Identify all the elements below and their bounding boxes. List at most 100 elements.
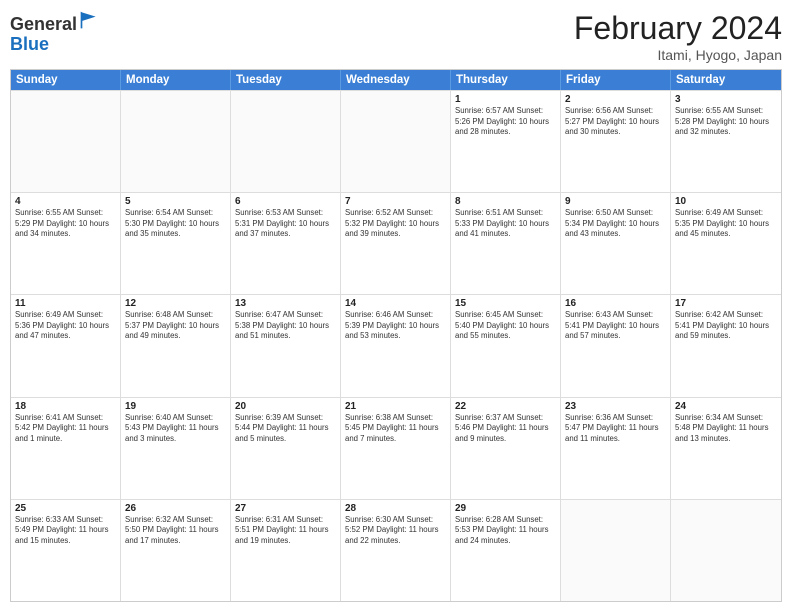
weekday-header-friday: Friday <box>561 70 671 90</box>
day-info: Sunrise: 6:39 AM Sunset: 5:44 PM Dayligh… <box>235 413 336 445</box>
calendar-cell: 20Sunrise: 6:39 AM Sunset: 5:44 PM Dayli… <box>231 398 341 499</box>
weekday-header-thursday: Thursday <box>451 70 561 90</box>
day-number: 8 <box>455 196 556 207</box>
logo: General Blue <box>10 10 99 55</box>
day-number: 5 <box>125 196 226 207</box>
calendar-cell: 13Sunrise: 6:47 AM Sunset: 5:38 PM Dayli… <box>231 295 341 396</box>
calendar-cell <box>121 91 231 192</box>
day-info: Sunrise: 6:55 AM Sunset: 5:28 PM Dayligh… <box>675 106 777 138</box>
day-info: Sunrise: 6:40 AM Sunset: 5:43 PM Dayligh… <box>125 413 226 445</box>
calendar-cell: 22Sunrise: 6:37 AM Sunset: 5:46 PM Dayli… <box>451 398 561 499</box>
day-number: 23 <box>565 401 666 412</box>
calendar-week-5: 25Sunrise: 6:33 AM Sunset: 5:49 PM Dayli… <box>11 499 781 601</box>
day-number: 19 <box>125 401 226 412</box>
day-info: Sunrise: 6:28 AM Sunset: 5:53 PM Dayligh… <box>455 515 556 547</box>
day-number: 14 <box>345 298 446 309</box>
day-info: Sunrise: 6:33 AM Sunset: 5:49 PM Dayligh… <box>15 515 116 547</box>
calendar-cell: 17Sunrise: 6:42 AM Sunset: 5:41 PM Dayli… <box>671 295 781 396</box>
day-info: Sunrise: 6:31 AM Sunset: 5:51 PM Dayligh… <box>235 515 336 547</box>
calendar-cell <box>11 91 121 192</box>
day-number: 20 <box>235 401 336 412</box>
day-number: 11 <box>15 298 116 309</box>
day-info: Sunrise: 6:30 AM Sunset: 5:52 PM Dayligh… <box>345 515 446 547</box>
day-number: 9 <box>565 196 666 207</box>
day-number: 18 <box>15 401 116 412</box>
main-title: February 2024 <box>574 10 782 47</box>
calendar-cell: 23Sunrise: 6:36 AM Sunset: 5:47 PM Dayli… <box>561 398 671 499</box>
day-number: 17 <box>675 298 777 309</box>
subtitle: Itami, Hyogo, Japan <box>574 47 782 63</box>
calendar: SundayMondayTuesdayWednesdayThursdayFrid… <box>10 69 782 602</box>
day-number: 24 <box>675 401 777 412</box>
calendar-cell: 16Sunrise: 6:43 AM Sunset: 5:41 PM Dayli… <box>561 295 671 396</box>
calendar-cell: 29Sunrise: 6:28 AM Sunset: 5:53 PM Dayli… <box>451 500 561 601</box>
calendar-week-3: 11Sunrise: 6:49 AM Sunset: 5:36 PM Dayli… <box>11 294 781 396</box>
day-number: 26 <box>125 503 226 514</box>
day-number: 15 <box>455 298 556 309</box>
calendar-week-4: 18Sunrise: 6:41 AM Sunset: 5:42 PM Dayli… <box>11 397 781 499</box>
day-number: 7 <box>345 196 446 207</box>
calendar-cell: 1Sunrise: 6:57 AM Sunset: 5:26 PM Daylig… <box>451 91 561 192</box>
calendar-cell: 26Sunrise: 6:32 AM Sunset: 5:50 PM Dayli… <box>121 500 231 601</box>
calendar-cell: 18Sunrise: 6:41 AM Sunset: 5:42 PM Dayli… <box>11 398 121 499</box>
day-number: 29 <box>455 503 556 514</box>
day-info: Sunrise: 6:34 AM Sunset: 5:48 PM Dayligh… <box>675 413 777 445</box>
weekday-header-sunday: Sunday <box>11 70 121 90</box>
title-block: February 2024 Itami, Hyogo, Japan <box>574 10 782 63</box>
calendar-cell: 19Sunrise: 6:40 AM Sunset: 5:43 PM Dayli… <box>121 398 231 499</box>
calendar-week-1: 1Sunrise: 6:57 AM Sunset: 5:26 PM Daylig… <box>11 90 781 192</box>
day-info: Sunrise: 6:32 AM Sunset: 5:50 PM Dayligh… <box>125 515 226 547</box>
day-info: Sunrise: 6:41 AM Sunset: 5:42 PM Dayligh… <box>15 413 116 445</box>
day-info: Sunrise: 6:52 AM Sunset: 5:32 PM Dayligh… <box>345 208 446 240</box>
day-info: Sunrise: 6:55 AM Sunset: 5:29 PM Dayligh… <box>15 208 116 240</box>
calendar-cell: 12Sunrise: 6:48 AM Sunset: 5:37 PM Dayli… <box>121 295 231 396</box>
calendar-cell <box>231 91 341 192</box>
calendar-cell <box>341 91 451 192</box>
day-info: Sunrise: 6:45 AM Sunset: 5:40 PM Dayligh… <box>455 310 556 342</box>
day-number: 27 <box>235 503 336 514</box>
calendar-header-row: SundayMondayTuesdayWednesdayThursdayFrid… <box>11 70 781 90</box>
day-number: 22 <box>455 401 556 412</box>
day-number: 16 <box>565 298 666 309</box>
calendar-cell: 3Sunrise: 6:55 AM Sunset: 5:28 PM Daylig… <box>671 91 781 192</box>
day-info: Sunrise: 6:38 AM Sunset: 5:45 PM Dayligh… <box>345 413 446 445</box>
day-info: Sunrise: 6:46 AM Sunset: 5:39 PM Dayligh… <box>345 310 446 342</box>
day-info: Sunrise: 6:48 AM Sunset: 5:37 PM Dayligh… <box>125 310 226 342</box>
day-info: Sunrise: 6:36 AM Sunset: 5:47 PM Dayligh… <box>565 413 666 445</box>
day-info: Sunrise: 6:56 AM Sunset: 5:27 PM Dayligh… <box>565 106 666 138</box>
day-number: 13 <box>235 298 336 309</box>
weekday-header-monday: Monday <box>121 70 231 90</box>
day-info: Sunrise: 6:57 AM Sunset: 5:26 PM Dayligh… <box>455 106 556 138</box>
header: General Blue February 2024 Itami, Hyogo,… <box>10 10 782 63</box>
weekday-header-saturday: Saturday <box>671 70 781 90</box>
day-info: Sunrise: 6:49 AM Sunset: 5:36 PM Dayligh… <box>15 310 116 342</box>
day-number: 4 <box>15 196 116 207</box>
calendar-cell: 6Sunrise: 6:53 AM Sunset: 5:31 PM Daylig… <box>231 193 341 294</box>
calendar-cell: 24Sunrise: 6:34 AM Sunset: 5:48 PM Dayli… <box>671 398 781 499</box>
logo-flag-icon <box>79 10 99 30</box>
calendar-body: 1Sunrise: 6:57 AM Sunset: 5:26 PM Daylig… <box>11 90 781 601</box>
day-number: 1 <box>455 94 556 105</box>
weekday-header-tuesday: Tuesday <box>231 70 341 90</box>
calendar-cell: 15Sunrise: 6:45 AM Sunset: 5:40 PM Dayli… <box>451 295 561 396</box>
calendar-cell <box>671 500 781 601</box>
calendar-cell: 10Sunrise: 6:49 AM Sunset: 5:35 PM Dayli… <box>671 193 781 294</box>
calendar-cell: 9Sunrise: 6:50 AM Sunset: 5:34 PM Daylig… <box>561 193 671 294</box>
day-number: 21 <box>345 401 446 412</box>
calendar-cell: 8Sunrise: 6:51 AM Sunset: 5:33 PM Daylig… <box>451 193 561 294</box>
day-number: 3 <box>675 94 777 105</box>
calendar-cell: 4Sunrise: 6:55 AM Sunset: 5:29 PM Daylig… <box>11 193 121 294</box>
day-number: 2 <box>565 94 666 105</box>
day-info: Sunrise: 6:50 AM Sunset: 5:34 PM Dayligh… <box>565 208 666 240</box>
calendar-cell: 25Sunrise: 6:33 AM Sunset: 5:49 PM Dayli… <box>11 500 121 601</box>
day-number: 12 <box>125 298 226 309</box>
day-number: 6 <box>235 196 336 207</box>
day-number: 25 <box>15 503 116 514</box>
page: General Blue February 2024 Itami, Hyogo,… <box>0 0 792 612</box>
day-number: 10 <box>675 196 777 207</box>
day-info: Sunrise: 6:53 AM Sunset: 5:31 PM Dayligh… <box>235 208 336 240</box>
calendar-cell: 7Sunrise: 6:52 AM Sunset: 5:32 PM Daylig… <box>341 193 451 294</box>
calendar-cell <box>561 500 671 601</box>
calendar-cell: 5Sunrise: 6:54 AM Sunset: 5:30 PM Daylig… <box>121 193 231 294</box>
calendar-cell: 21Sunrise: 6:38 AM Sunset: 5:45 PM Dayli… <box>341 398 451 499</box>
